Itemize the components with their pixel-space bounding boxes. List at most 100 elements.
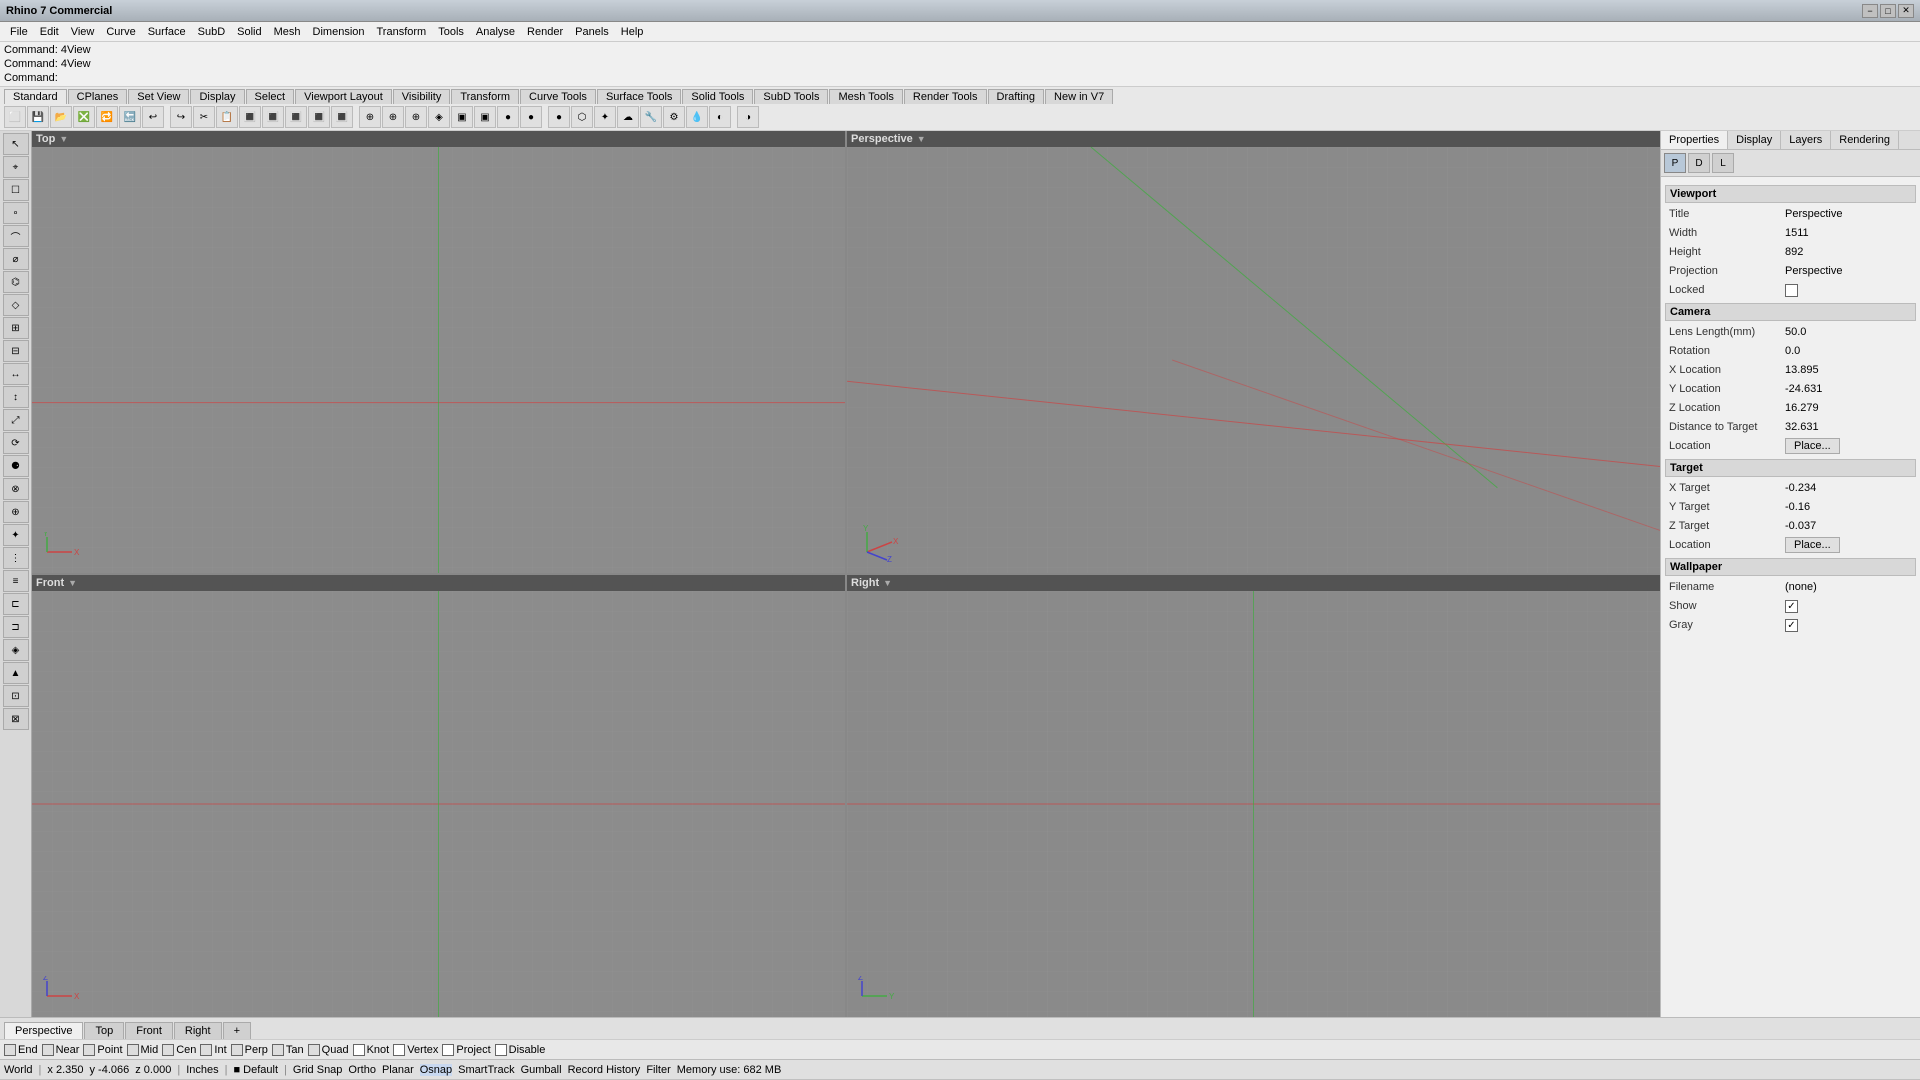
- left-panel-btn-0[interactable]: ↖: [3, 133, 29, 155]
- rp-tab-display[interactable]: Display: [1728, 131, 1781, 149]
- toolbar-btn-29[interactable]: 💧: [686, 106, 708, 128]
- bottom-tab-right[interactable]: Right: [174, 1022, 222, 1039]
- left-panel-btn-16[interactable]: ⊕: [3, 501, 29, 523]
- viewport-perspective[interactable]: Perspective ▼: [847, 131, 1660, 573]
- menu-panels[interactable]: Panels: [569, 24, 615, 40]
- rp-tab-layers[interactable]: Layers: [1781, 131, 1831, 149]
- menu-view[interactable]: View: [65, 24, 101, 40]
- toolbar-btn-26[interactable]: ☁: [617, 106, 639, 128]
- osnap-btn[interactable]: Osnap: [420, 1064, 452, 1076]
- left-panel-btn-3[interactable]: ∘: [3, 202, 29, 224]
- viewport-front[interactable]: Front ▼: [32, 575, 845, 1017]
- menu-help[interactable]: Help: [615, 24, 650, 40]
- left-panel-btn-22[interactable]: ◈: [3, 639, 29, 661]
- osnap-check-vertex[interactable]: [393, 1044, 405, 1056]
- toolbar-tab-visibility[interactable]: Visibility: [393, 89, 451, 104]
- osnap-check-knot[interactable]: [353, 1044, 365, 1056]
- bottom-tab-add[interactable]: +: [223, 1022, 251, 1039]
- menu-subd[interactable]: SubD: [192, 24, 232, 40]
- toolbar-btn-22[interactable]: ●: [520, 106, 542, 128]
- toolbar-btn-14[interactable]: 🔳: [331, 106, 353, 128]
- viewport-top[interactable]: Top ▼: [32, 131, 845, 573]
- smarttrack-btn[interactable]: SmartTrack: [458, 1064, 514, 1076]
- menu-mesh[interactable]: Mesh: [268, 24, 307, 40]
- menu-solid[interactable]: Solid: [231, 24, 267, 40]
- maximize-button[interactable]: □: [1880, 4, 1896, 18]
- ortho-btn[interactable]: Ortho: [348, 1064, 376, 1076]
- command-line-3[interactable]: Command:: [4, 71, 1916, 85]
- toolbar-tab-standard[interactable]: Standard: [4, 89, 67, 104]
- minimize-button[interactable]: −: [1862, 4, 1878, 18]
- toolbar-tab-set-view[interactable]: Set View: [128, 89, 189, 104]
- left-panel-btn-5[interactable]: ⌀: [3, 248, 29, 270]
- osnap-check-near[interactable]: [42, 1044, 54, 1056]
- menu-curve[interactable]: Curve: [100, 24, 141, 40]
- left-panel-btn-11[interactable]: ↕: [3, 386, 29, 408]
- planar-btn[interactable]: Planar: [382, 1064, 414, 1076]
- osnap-check-point[interactable]: [83, 1044, 95, 1056]
- osnap-check-end[interactable]: [4, 1044, 16, 1056]
- toolbar-tab-drafting[interactable]: Drafting: [988, 89, 1045, 104]
- rp-checkbox-gray[interactable]: [1785, 619, 1798, 632]
- toolbar-btn-1[interactable]: 💾: [27, 106, 49, 128]
- toolbar-btn-8[interactable]: ✂: [193, 106, 215, 128]
- toolbar-btn-9[interactable]: 📋: [216, 106, 238, 128]
- menu-surface[interactable]: Surface: [142, 24, 192, 40]
- record-btn[interactable]: Record History: [568, 1064, 641, 1076]
- left-panel-btn-9[interactable]: ⊟: [3, 340, 29, 362]
- toolbar-btn-4[interactable]: 🔁: [96, 106, 118, 128]
- left-panel-btn-8[interactable]: ⊞: [3, 317, 29, 339]
- osnap-check-int[interactable]: [200, 1044, 212, 1056]
- toolbar-tab-surface-tools[interactable]: Surface Tools: [597, 89, 681, 104]
- viewport-right-menu-icon[interactable]: ▼: [883, 578, 892, 588]
- filter-btn[interactable]: Filter: [646, 1064, 670, 1076]
- rp-checkbox-show[interactable]: [1785, 600, 1798, 613]
- rp-layers-icon[interactable]: L: [1712, 153, 1734, 173]
- left-panel-btn-18[interactable]: ⋮: [3, 547, 29, 569]
- toolbar-tab-new-in-v7[interactable]: New in V7: [1045, 89, 1113, 104]
- target-place-button[interactable]: Place...: [1785, 537, 1840, 553]
- rp-properties-icon[interactable]: P: [1664, 153, 1686, 173]
- toolbar-btn-2[interactable]: 📂: [50, 106, 72, 128]
- viewport-top-menu-icon[interactable]: ▼: [59, 134, 68, 144]
- osnap-check-mid[interactable]: [127, 1044, 139, 1056]
- toolbar-btn-18[interactable]: ◈: [428, 106, 450, 128]
- menu-tools[interactable]: Tools: [432, 24, 470, 40]
- toolbar-tab-curve-tools[interactable]: Curve Tools: [520, 89, 596, 104]
- left-panel-btn-17[interactable]: ✦: [3, 524, 29, 546]
- menu-file[interactable]: File: [4, 24, 34, 40]
- toolbar-tab-cplanes[interactable]: CPlanes: [68, 89, 128, 104]
- osnap-check-project[interactable]: [442, 1044, 454, 1056]
- left-panel-btn-2[interactable]: ☐: [3, 179, 29, 201]
- toolbar-btn-16[interactable]: ⊕: [382, 106, 404, 128]
- left-panel-btn-4[interactable]: ⌒: [3, 225, 29, 247]
- close-button[interactable]: ✕: [1898, 4, 1914, 18]
- osnap-check-cen[interactable]: [162, 1044, 174, 1056]
- rp-checkbox-locked[interactable]: [1785, 284, 1798, 297]
- toolbar-btn-23[interactable]: ●: [548, 106, 570, 128]
- toolbar-btn-3[interactable]: ❎: [73, 106, 95, 128]
- left-panel-btn-14[interactable]: ⚈: [3, 455, 29, 477]
- toolbar-tab-select[interactable]: Select: [246, 89, 295, 104]
- osnap-check-quad[interactable]: [308, 1044, 320, 1056]
- menu-edit[interactable]: Edit: [34, 24, 65, 40]
- left-panel-btn-23[interactable]: ▲: [3, 662, 29, 684]
- toolbar-btn-15[interactable]: ⊕: [359, 106, 381, 128]
- left-panel-btn-1[interactable]: ⌖: [3, 156, 29, 178]
- viewport-right[interactable]: Right ▼: [847, 575, 1660, 1017]
- left-panel-btn-25[interactable]: ⊠: [3, 708, 29, 730]
- left-panel-btn-24[interactable]: ⊡: [3, 685, 29, 707]
- toolbar-tab-viewport-layout[interactable]: Viewport Layout: [295, 89, 392, 104]
- toolbar-btn-31[interactable]: ◑: [737, 106, 759, 128]
- camera-place-button[interactable]: Place...: [1785, 438, 1840, 454]
- toolbar-btn-11[interactable]: 🔳: [262, 106, 284, 128]
- toolbar-btn-30[interactable]: ◐: [709, 106, 731, 128]
- rp-tab-rendering[interactable]: Rendering: [1831, 131, 1899, 149]
- left-panel-btn-7[interactable]: ◇: [3, 294, 29, 316]
- bottom-tab-top[interactable]: Top: [84, 1022, 124, 1039]
- left-panel-btn-20[interactable]: ⊏: [3, 593, 29, 615]
- toolbar-btn-20[interactable]: ▣: [474, 106, 496, 128]
- toolbar-tab-display[interactable]: Display: [190, 89, 244, 104]
- grid-snap-btn[interactable]: Grid Snap: [293, 1064, 343, 1076]
- rp-tab-properties[interactable]: Properties: [1661, 131, 1728, 149]
